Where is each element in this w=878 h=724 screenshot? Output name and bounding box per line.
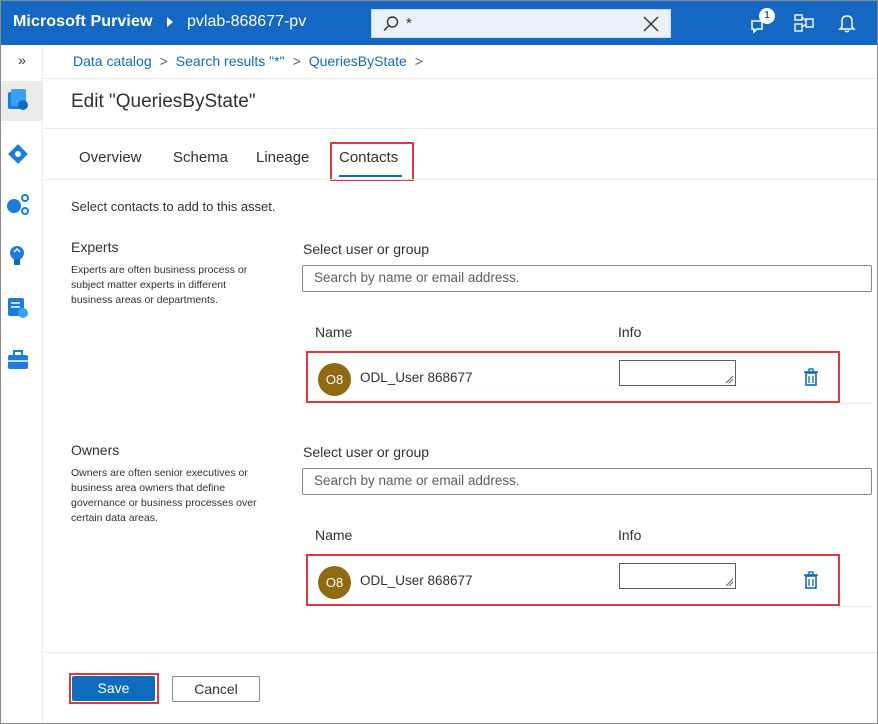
breadcrumb-separator: > xyxy=(159,53,168,69)
owners-contact-row: O8 ODL_User 868677 xyxy=(306,554,840,606)
highlight-contacts-tab xyxy=(330,142,414,181)
breadcrumb-separator: > xyxy=(292,53,301,69)
nav-insights[interactable] xyxy=(1,237,43,277)
avatar: O8 xyxy=(318,566,351,599)
contact-name: ODL_User 868677 xyxy=(360,573,473,588)
app-title[interactable]: Microsoft Purview xyxy=(13,13,153,31)
tab-schema[interactable]: Schema xyxy=(173,149,228,166)
resize-grip-icon[interactable] xyxy=(725,578,733,586)
delete-icon[interactable] xyxy=(803,571,819,589)
divider xyxy=(840,403,872,404)
divider xyxy=(44,652,877,653)
experts-select-label: Select user or group xyxy=(303,241,430,257)
search-input[interactable]: * xyxy=(406,15,412,32)
expand-nav-button[interactable]: » xyxy=(1,45,43,77)
global-search[interactable]: * xyxy=(371,9,671,38)
avatar: O8 xyxy=(318,363,351,396)
account-name[interactable]: pvlab-868677-pv xyxy=(187,13,306,31)
breadcrumb: Data catalog > Search results "*" > QueriesB… xyxy=(73,53,431,69)
experts-contact-row: O8 ODL_User 868677 xyxy=(306,351,840,403)
notification-badge: 1 xyxy=(759,8,775,24)
page-title: Edit "QueriesByState" xyxy=(71,91,256,112)
nav-data-catalog[interactable] xyxy=(1,81,43,121)
search-icon xyxy=(383,16,399,31)
nav-data-share[interactable] xyxy=(1,185,43,225)
data-share-icon xyxy=(7,194,29,215)
experts-info-header: Info xyxy=(618,324,642,340)
left-nav-rail: » xyxy=(1,45,43,723)
owners-description: Owners are often senior executives or bu… xyxy=(71,467,257,524)
owners-title: Owners xyxy=(71,442,120,458)
save-button[interactable]: Save xyxy=(72,676,155,701)
divider xyxy=(44,78,877,79)
owners-info-header: Info xyxy=(618,527,642,543)
top-bar: Microsoft Purview pvlab-868677-pv * 1 xyxy=(1,1,877,45)
policy-icon xyxy=(8,298,28,318)
intro-text: Select contacts to add to this asset. xyxy=(71,199,276,214)
breadcrumb-separator: > xyxy=(414,53,423,69)
close-icon[interactable] xyxy=(642,15,660,33)
bell-icon[interactable] xyxy=(835,11,859,35)
experts-title: Experts xyxy=(71,239,119,255)
experts-description: Experts are often business process or su… xyxy=(71,264,248,306)
nav-data-map[interactable] xyxy=(1,135,43,175)
nav-policy[interactable] xyxy=(1,289,43,329)
resize-grip-icon[interactable] xyxy=(725,375,733,383)
contact-name: ODL_User 868677 xyxy=(360,370,473,385)
purview-window: Microsoft Purview pvlab-868677-pv * 1 » … xyxy=(0,0,878,724)
experts-search-input[interactable]: Search by name or email address. xyxy=(302,265,872,292)
owners-info-textarea[interactable] xyxy=(619,563,736,589)
directory-switch-icon[interactable] xyxy=(792,11,816,35)
divider xyxy=(44,179,877,180)
management-icon xyxy=(8,350,28,369)
delete-icon[interactable] xyxy=(803,368,819,386)
experts-name-header: Name xyxy=(315,324,353,340)
breadcrumb-search-results[interactable]: Search results "*" xyxy=(176,53,285,69)
owners-select-label: Select user or group xyxy=(303,444,430,460)
nav-management[interactable] xyxy=(1,341,43,381)
breadcrumb-data-catalog[interactable]: Data catalog xyxy=(73,53,152,69)
owners-name-header: Name xyxy=(315,527,353,543)
divider xyxy=(840,606,872,607)
tab-overview[interactable]: Overview xyxy=(79,149,142,166)
cancel-button[interactable]: Cancel xyxy=(172,676,260,702)
data-catalog-icon xyxy=(8,89,28,110)
experts-info-textarea[interactable] xyxy=(619,360,736,386)
owners-search-input[interactable]: Search by name or email address. xyxy=(302,468,872,495)
data-map-icon xyxy=(8,144,28,164)
tab-lineage[interactable]: Lineage xyxy=(256,149,309,166)
insights-icon xyxy=(10,246,24,265)
chevron-right-icon xyxy=(167,17,173,27)
divider xyxy=(44,128,877,129)
breadcrumb-asset[interactable]: QueriesByState xyxy=(309,53,407,69)
